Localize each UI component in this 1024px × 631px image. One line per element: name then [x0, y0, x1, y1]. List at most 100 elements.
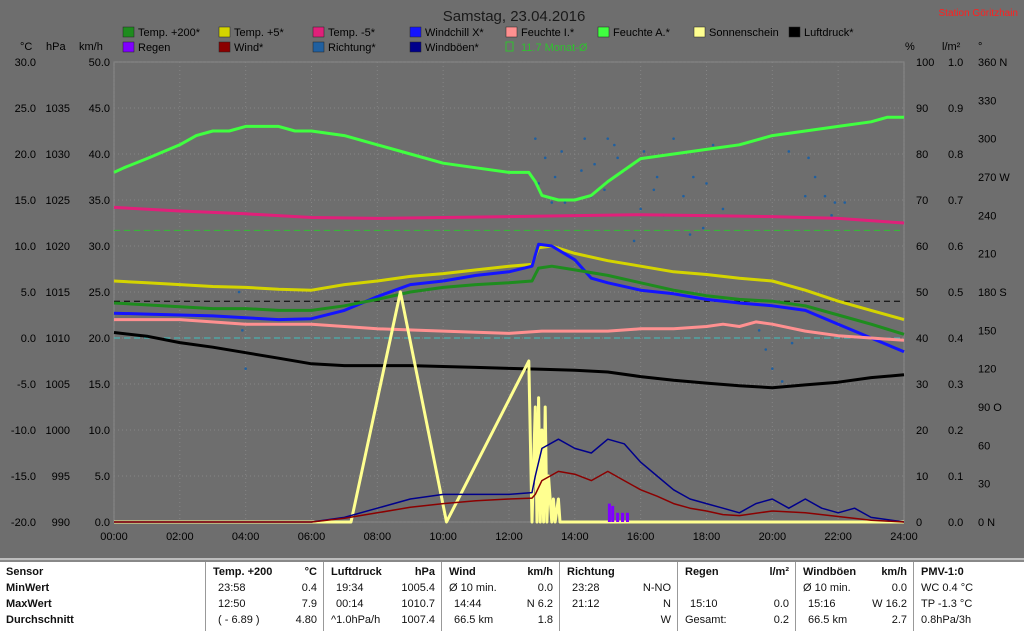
direction-point — [721, 207, 725, 211]
direction-header: Richtung — [567, 566, 615, 578]
pressure-header: Luftdruck — [331, 566, 382, 578]
rain-header: Regen — [685, 566, 719, 578]
humidity-tick-label: 30 — [916, 379, 928, 391]
rain-tick-label: 0.5 — [948, 287, 963, 299]
temp-tick-label: -5.0 — [17, 379, 36, 391]
gust-unit: km/h — [881, 566, 907, 578]
station-name: Station Göritzhain — [939, 8, 1019, 19]
gust-min-val: 0.0 — [891, 582, 907, 594]
pressure-tick-label: 990 — [52, 517, 70, 529]
direction-point — [560, 150, 563, 153]
pressure-tick-label: 1030 — [46, 149, 70, 161]
direction-point — [682, 194, 685, 198]
rain-tick-label: 0.4 — [948, 333, 963, 345]
humidity-tick-label: 10 — [916, 471, 928, 483]
direction-point — [787, 150, 791, 153]
wind-tick-label: 15.0 — [89, 379, 110, 391]
wind-min-time: Ø 10 min. — [449, 582, 497, 594]
pressure-tick-label: 1010 — [46, 333, 70, 345]
wind-tick-label: 45.0 — [89, 103, 110, 115]
x-tick-label: 16:00 — [627, 531, 655, 543]
x-tick-label: 12:00 — [495, 531, 523, 543]
rain-avg-time: Gesamt: — [685, 614, 727, 626]
legend-label: Luftdruck* — [804, 27, 854, 39]
pressure-tick-label: 1015 — [46, 287, 70, 299]
temp-avg-val: 4.80 — [295, 614, 317, 626]
x-tick-label: 10:00 — [429, 531, 457, 543]
humidity-tick-label: 60 — [916, 241, 928, 253]
direction-unit-label: ° — [978, 41, 982, 53]
rain-bar — [621, 512, 625, 522]
direction-point — [550, 201, 554, 204]
pressure-unit: hPa — [414, 566, 435, 578]
legend-swatch — [312, 41, 325, 53]
direction-point — [790, 341, 794, 345]
direction-point — [632, 239, 636, 243]
legend-label: Feuchte I.* — [521, 27, 575, 39]
pressure-unit-label: hPa — [46, 41, 66, 53]
legend-swatch — [693, 26, 706, 38]
x-tick-label: 00:00 — [100, 531, 128, 543]
temp-tick-label: 25.0 — [15, 103, 36, 115]
rain-bar — [611, 505, 615, 522]
direction-point — [803, 194, 807, 198]
legend-swatch — [218, 26, 231, 38]
direction-tick-label: 90 O — [978, 402, 1002, 414]
label-avg: Durchschnitt — [6, 614, 74, 626]
wind-avg-val: 1.8 — [537, 614, 553, 626]
direction-tick-label: 60 — [978, 440, 990, 452]
direction-max-val: N — [663, 598, 671, 610]
humidity-unit-label: % — [905, 41, 915, 53]
humidity-tick-label: 100 — [916, 57, 934, 69]
wind-tick-label: 30.0 — [89, 241, 110, 253]
gust-min-time: Ø 10 min. — [803, 582, 851, 594]
stats-gust: Windböen km/h Ø 10 min. 0.0 15:16 W 16.2 66… — [795, 562, 913, 631]
rain-tick-label: 0.9 — [948, 103, 963, 115]
temp-tick-label: -15.0 — [11, 471, 36, 483]
pmv-max-val: TP -1.3 °C — [921, 598, 973, 610]
legend-swatch — [505, 41, 514, 52]
legend-swatch — [312, 26, 325, 38]
legend-swatch — [597, 26, 610, 38]
gust-max-time: 15:16 — [808, 598, 836, 610]
direction-point — [711, 143, 715, 147]
humidity-tick-label: 90 — [916, 103, 928, 115]
direction-tick-label: 240 — [978, 210, 996, 222]
direction-point — [688, 233, 692, 236]
x-tick-label: 08:00 — [364, 531, 392, 543]
pressure-max-time: 00:14 — [336, 598, 364, 610]
rain-unit: l/m² — [769, 566, 789, 578]
legend-swatch — [409, 41, 422, 53]
legend-label: Regen — [138, 42, 170, 54]
direction-point — [843, 201, 847, 204]
direction-point — [830, 214, 833, 217]
wind-max-val: N 6.2 — [526, 598, 553, 610]
direction-tick-label: 180 S — [978, 287, 1007, 299]
weather-chart: 00:00 02:00 04:00 06:00 08:00 10:00 12:00 14:00… — [0, 0, 1024, 558]
temp-unit-label: °C — [20, 41, 32, 53]
temp-tick-label: -20.0 — [11, 517, 36, 529]
pressure-tick-label: 1020 — [46, 241, 70, 253]
direction-point — [606, 137, 610, 140]
rain-unit-label: l/m² — [942, 41, 961, 53]
x-tick-label: 04:00 — [232, 531, 260, 543]
legend-swatch — [505, 26, 518, 38]
rain-max-time: 15:10 — [690, 598, 718, 610]
direction-point — [580, 169, 583, 172]
rain-bar — [616, 512, 620, 522]
direction-tick-label: 300 — [978, 134, 996, 146]
x-tick-label: 02:00 — [166, 531, 194, 543]
pmv-avg-val: 0.8hPa/3h — [921, 614, 972, 626]
direction-point — [616, 156, 619, 160]
temp-min-val: 0.4 — [301, 582, 317, 594]
wind-avg-time: 66.5 km — [454, 614, 494, 626]
humidity-tick-label: 40 — [916, 333, 928, 345]
temp-tick-label: 5.0 — [21, 287, 36, 299]
wind-tick-label: 50.0 — [89, 57, 110, 69]
direction-tick-label: 270 W — [978, 172, 1010, 184]
direction-point — [771, 367, 774, 370]
direction-min-val: N-NO — [642, 582, 671, 594]
pressure-tick-label: 1035 — [46, 103, 70, 115]
direction-point — [237, 290, 241, 294]
pmv-header: PMV-1:0 — [921, 566, 964, 578]
